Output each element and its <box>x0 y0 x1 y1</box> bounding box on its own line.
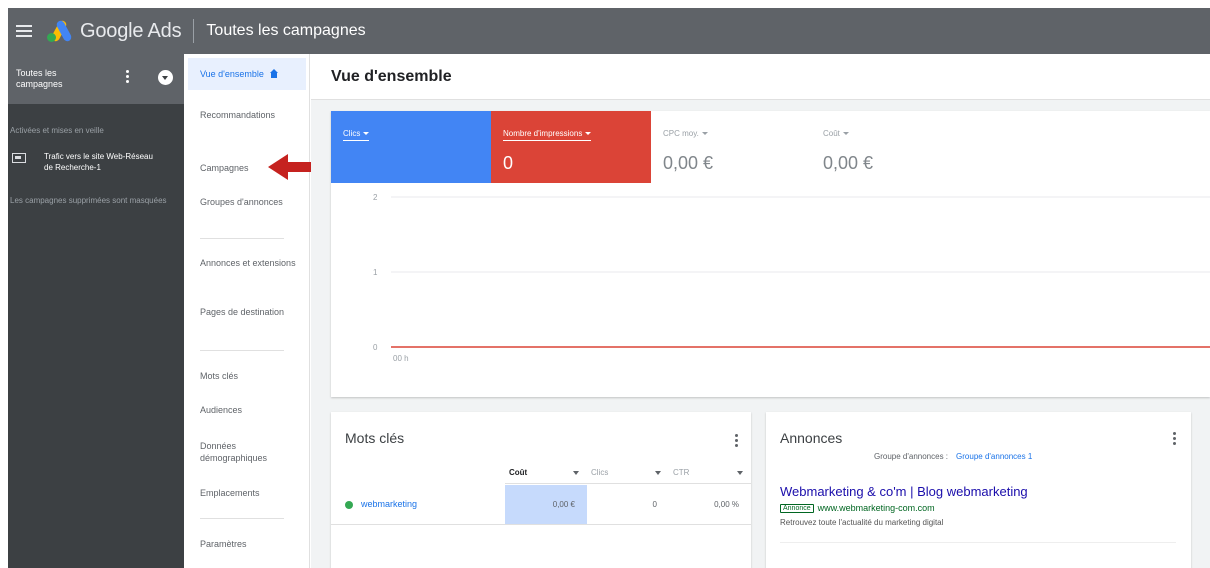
keywords-card: Mots clés Coût Clics CTR webmarketing 0,… <box>331 412 751 568</box>
campaign-filter-label: Activées et mises en veille <box>10 126 104 135</box>
line-chart: 2 1 0 00 h <box>373 193 1210 363</box>
performance-chart-card: Clics Nombre d'impressions 0 CPC moy. 0,… <box>331 111 1210 397</box>
caret-down-icon <box>585 132 592 136</box>
page-navigation-menu: Vue d'ensemble Recommandations Campagnes… <box>184 54 310 568</box>
nav-item-keywords[interactable]: Mots clés <box>200 370 300 382</box>
ad-group-label: Groupe d'annonces : <box>874 452 949 461</box>
column-header-cost[interactable]: Coût <box>505 462 587 483</box>
nav-item-demographics[interactable]: Données démographiques <box>200 440 300 464</box>
nav-item-placements[interactable]: Emplacements <box>200 487 300 499</box>
menu-icon[interactable] <box>16 25 32 37</box>
nav-item-overview[interactable]: Vue d'ensemble <box>188 58 306 90</box>
metric-value: 0,00 € <box>663 153 714 173</box>
x-tick-label: 00 h <box>393 354 409 363</box>
ad-description: Retrouvez toute l'actualité du marketing… <box>780 518 944 527</box>
ad-display-url: Annonce www.webmarketing-com.com <box>780 503 935 513</box>
ad-headline[interactable]: Webmarketing & co'm | Blog webmarketing <box>780 484 1028 499</box>
metric-clicks[interactable]: Clics <box>331 111 491 183</box>
nav-divider <box>200 238 284 239</box>
all-campaigns-link[interactable]: Toutes les campagnes <box>16 68 76 90</box>
home-icon <box>269 68 279 79</box>
caret-down-icon <box>363 132 370 136</box>
caret-down-icon <box>573 470 579 475</box>
campaign-panel-header: Toutes les campagnes <box>8 54 184 104</box>
nav-divider <box>200 518 284 519</box>
metric-label[interactable]: Coût <box>823 129 849 140</box>
column-header-clicks[interactable]: Clics <box>587 462 669 483</box>
ad-group-info: Groupe d'annonces : Groupe d'annonces 1 <box>874 452 1032 461</box>
ads-card: Annonces Groupe d'annonces : Groupe d'ann… <box>766 412 1191 568</box>
topbar-title: Toutes les campagnes <box>206 22 366 39</box>
nav-item-landing-pages[interactable]: Pages de destination <box>200 306 300 318</box>
nav-item-label: Vue d'ensemble <box>200 69 264 79</box>
dropdown-circle-icon[interactable] <box>158 70 173 85</box>
keyword-ctr: 0,00 % <box>714 500 739 509</box>
more-options-icon[interactable] <box>126 70 130 83</box>
caret-down-icon <box>655 470 661 475</box>
campaign-icon <box>12 153 26 163</box>
topbar-divider <box>193 19 195 43</box>
keyword-link[interactable]: webmarketing <box>361 499 417 509</box>
metric-value: 0 <box>503 153 514 173</box>
more-options-icon[interactable] <box>735 434 738 447</box>
metric-label[interactable]: Clics <box>343 129 370 141</box>
nav-item-settings[interactable]: Paramètres <box>200 538 300 550</box>
removed-campaigns-note: Les campagnes supprimées sont masquées <box>10 196 167 205</box>
ad-group-link[interactable]: Groupe d'annonces 1 <box>956 452 1032 461</box>
ads-card-title: Annonces <box>780 430 843 446</box>
nav-divider <box>200 350 284 351</box>
keyword-cost: 0,00 € <box>505 485 587 524</box>
nav-item-audiences[interactable]: Audiences <box>200 404 300 416</box>
metric-value: 0,00 € <box>823 153 874 173</box>
caret-down-icon <box>701 132 708 136</box>
metric-cost[interactable]: Coût 0,00 € <box>811 111 971 183</box>
status-enabled-icon <box>345 501 353 509</box>
page-title: Vue d'ensemble <box>331 67 452 85</box>
table-row: webmarketing 0,00 € 0 0,00 % <box>331 485 751 525</box>
metric-label[interactable]: Nombre d'impressions <box>503 129 592 141</box>
ad-badge: Annonce <box>780 503 814 513</box>
main-content: Vue d'ensemble Clics Nombre d'impression… <box>311 54 1210 568</box>
chart-plot-area: 2 1 0 00 h <box>331 183 1210 397</box>
brand-name[interactable]: Google Ads <box>80 20 182 43</box>
y-tick-label: 2 <box>373 193 378 202</box>
y-tick-label: 1 <box>373 268 378 277</box>
metric-impressions[interactable]: Nombre d'impressions 0 <box>491 111 651 183</box>
keyword-clicks: 0 <box>652 500 657 509</box>
campaign-navigation-panel: Toutes les campagnes Activées et mises e… <box>8 54 184 568</box>
metric-label[interactable]: CPC moy. <box>663 129 708 140</box>
keywords-card-title: Mots clés <box>345 430 405 446</box>
page-header: Vue d'ensemble <box>311 54 1210 100</box>
campaign-list-item[interactable]: Trafic vers le site Web-Réseau de Recher… <box>8 135 184 173</box>
campaign-name: Trafic vers le site Web-Réseau de Recher… <box>44 152 153 172</box>
nav-item-ad-groups[interactable]: Groupes d'annonces <box>200 196 300 208</box>
y-tick-label: 0 <box>373 343 378 352</box>
column-header-ctr[interactable]: CTR <box>669 462 751 483</box>
more-options-icon[interactable] <box>1173 432 1176 445</box>
google-ads-logo-icon[interactable] <box>46 19 73 43</box>
ad-divider <box>780 542 1176 543</box>
metric-avg-cpc[interactable]: CPC moy. 0,00 € <box>651 111 811 183</box>
keywords-table-header: Coût Clics CTR <box>505 462 751 484</box>
top-app-bar: Google Ads Toutes les campagnes <box>8 8 1210 54</box>
metric-selector-row: Clics Nombre d'impressions 0 CPC moy. 0,… <box>331 111 1210 183</box>
ad-url-text: www.webmarketing-com.com <box>817 503 935 513</box>
caret-down-icon <box>737 470 743 475</box>
nav-item-recommendations[interactable]: Recommandations <box>200 109 300 121</box>
nav-item-ads-extensions[interactable]: Annonces et extensions <box>200 257 300 269</box>
caret-down-icon <box>842 132 849 136</box>
